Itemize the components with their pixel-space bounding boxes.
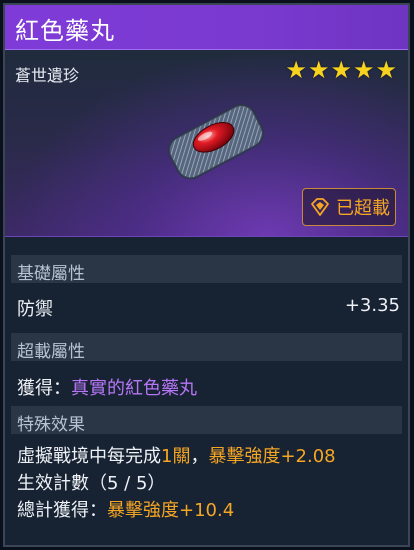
stat-defense-label: 防禦 <box>17 299 53 320</box>
special-effect-line-1: 虛擬戰境中每完成1關，暴擊強度+2.08 <box>17 442 336 468</box>
red-pill-icon <box>168 104 264 180</box>
section-special-effect: 特殊效果 <box>11 406 402 435</box>
item-name: 紅色藥丸 <box>15 17 115 45</box>
section-base-attributes: 基礎屬性 <box>11 255 402 284</box>
overload-diamond-icon <box>311 198 329 216</box>
section-title-overload: 超載屬性 <box>17 342 85 362</box>
special-effect-line-2: 生效計數（5 / 5） <box>17 473 166 494</box>
total-obtain-prefix: 總計獲得： <box>17 500 107 521</box>
overload-obtain-line: 獲得：真實的紅色藥丸 <box>17 374 197 400</box>
overload-obtain-prefix: 獲得： <box>17 378 71 399</box>
special-effect-line-3: 總計獲得：暴擊強度+10.4 <box>17 496 234 522</box>
section-title-special: 特殊效果 <box>17 415 85 435</box>
section-title-base: 基礎屬性 <box>17 264 85 284</box>
overloaded-badge: 已超載 <box>302 188 396 226</box>
effect-crit-bonus: 暴擊強度+2.08 <box>208 446 336 467</box>
effect-condition: 虛擬戰境中每完成 <box>17 446 161 467</box>
item-header: 紅色藥丸 <box>5 5 408 50</box>
stat-defense-value: +3.35 <box>344 295 400 316</box>
rarity-stars: ★★★★★ <box>285 56 398 84</box>
item-detail-card: 紅色藥丸 蒼世遺珍 ★★★★★ 已超載 基礎屬性 防禦 +3.35 超載屬性 獲… <box>3 3 410 547</box>
rarity-label: 蒼世遺珍 <box>15 66 80 85</box>
effect-separator: ， <box>190 446 209 467</box>
item-hero-panel: 蒼世遺珍 ★★★★★ 已超載 <box>5 50 408 237</box>
overload-obtain-item: 真實的紅色藥丸 <box>71 378 197 399</box>
section-overload-attributes: 超載屬性 <box>11 333 402 362</box>
total-crit-bonus: 暴擊強度+10.4 <box>107 500 235 521</box>
effect-stage-count: 1關 <box>161 446 191 467</box>
overloaded-label: 已超載 <box>336 198 390 219</box>
